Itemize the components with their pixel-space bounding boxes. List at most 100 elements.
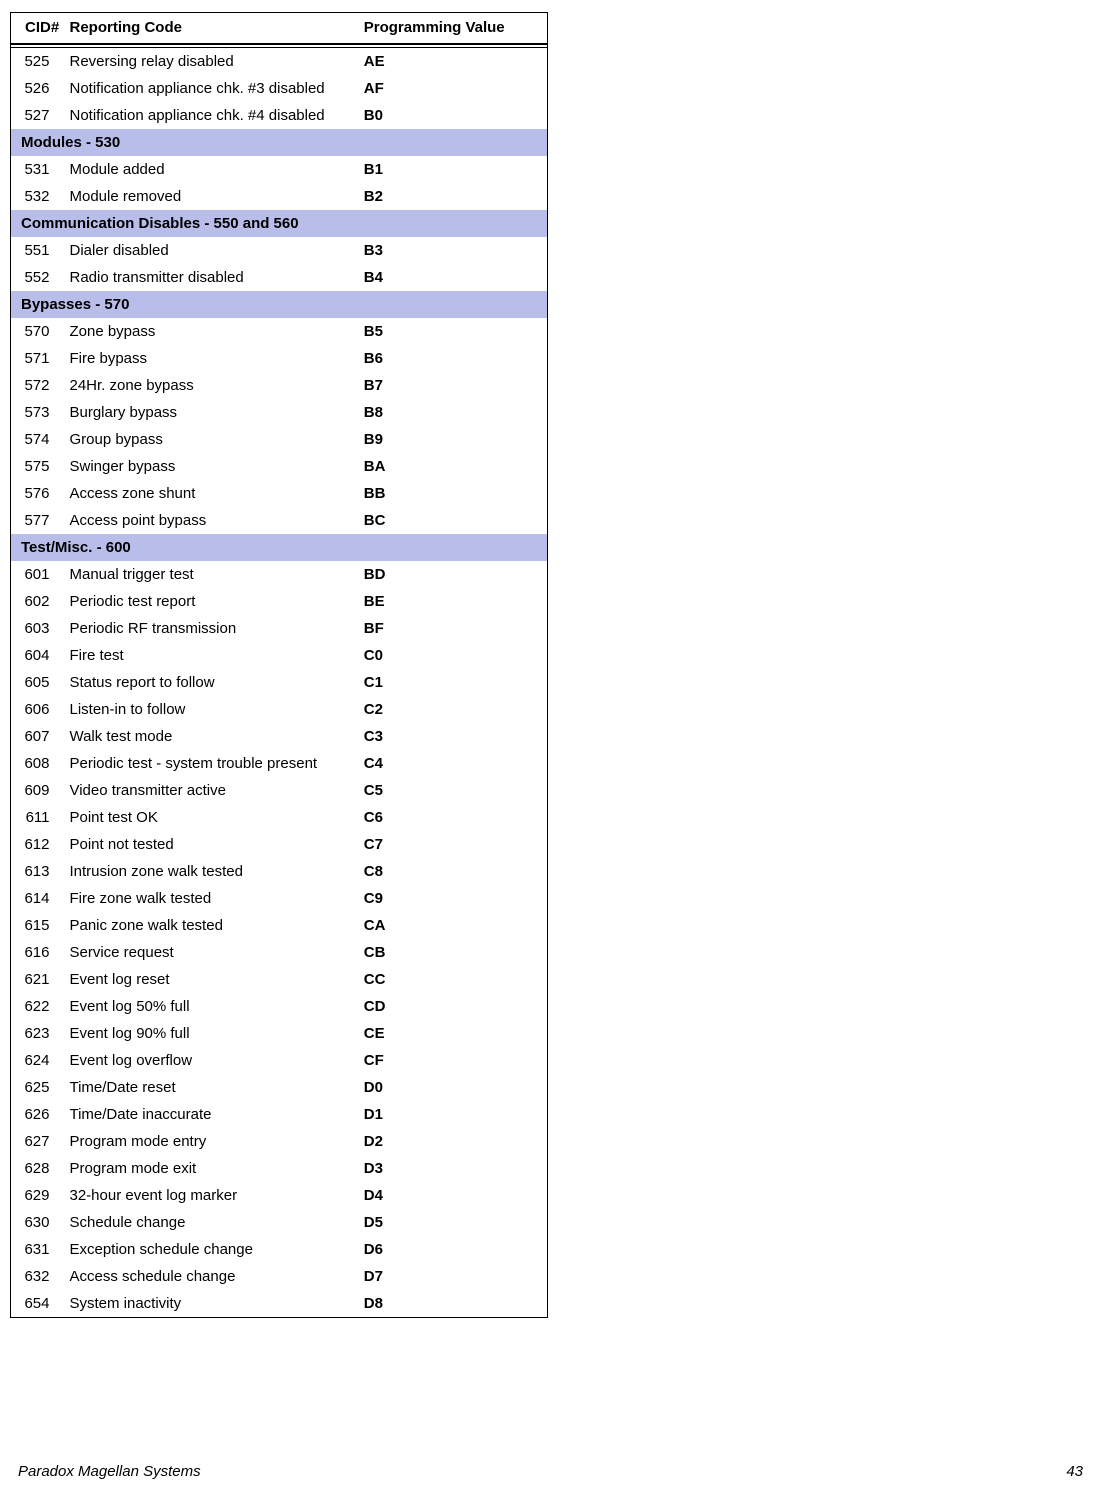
cid-cell: 575 (11, 453, 66, 480)
value-cell: D3 (360, 1155, 548, 1182)
value-cell: C2 (360, 696, 548, 723)
value-cell: C8 (360, 858, 548, 885)
cid-cell: 606 (11, 696, 66, 723)
desc-cell: Burglary bypass (65, 399, 359, 426)
section-header: Modules - 530 (11, 129, 548, 156)
value-cell: BD (360, 561, 548, 588)
footer-title: Paradox Magellan Systems (18, 1463, 201, 1480)
table-row: 576Access zone shuntBB (11, 480, 548, 507)
value-cell: BB (360, 480, 548, 507)
desc-cell: Fire zone walk tested (65, 885, 359, 912)
value-cell: C3 (360, 723, 548, 750)
section-title: Test/Misc. - 600 (11, 534, 548, 561)
value-cell: C9 (360, 885, 548, 912)
table-row: 627Program mode entryD2 (11, 1128, 548, 1155)
cid-cell: 607 (11, 723, 66, 750)
table-row: 611Point test OKC6 (11, 804, 548, 831)
desc-cell: Event log reset (65, 966, 359, 993)
desc-cell: Panic zone walk tested (65, 912, 359, 939)
table-row: 623Event log 90% fullCE (11, 1020, 548, 1047)
value-cell: CC (360, 966, 548, 993)
cid-cell: 552 (11, 264, 66, 291)
value-cell: CA (360, 912, 548, 939)
section-title: Communication Disables - 550 and 560 (11, 210, 548, 237)
table-row: 573Burglary bypassB8 (11, 399, 548, 426)
footer-page-number: 43 (1066, 1463, 1083, 1480)
value-cell: B1 (360, 156, 548, 183)
cid-cell: 608 (11, 750, 66, 777)
cid-cell: 624 (11, 1047, 66, 1074)
table-row: 624Event log overflowCF (11, 1047, 548, 1074)
value-cell: B5 (360, 318, 548, 345)
section-header: Communication Disables - 550 and 560 (11, 210, 548, 237)
desc-cell: Manual trigger test (65, 561, 359, 588)
value-cell: B0 (360, 102, 548, 129)
value-cell: D2 (360, 1128, 548, 1155)
cid-cell: 654 (11, 1290, 66, 1318)
value-cell: AF (360, 75, 548, 102)
section-title: Modules - 530 (11, 129, 548, 156)
cid-cell: 574 (11, 426, 66, 453)
value-cell: B2 (360, 183, 548, 210)
cid-cell: 632 (11, 1263, 66, 1290)
cid-cell: 573 (11, 399, 66, 426)
cid-cell: 572 (11, 372, 66, 399)
desc-cell: Listen-in to follow (65, 696, 359, 723)
section-header: Bypasses - 570 (11, 291, 548, 318)
table-row: 526Notification appliance chk. #3 disabl… (11, 75, 548, 102)
cid-cell: 626 (11, 1101, 66, 1128)
desc-cell: Status report to follow (65, 669, 359, 696)
table-row: 532Module removedB2 (11, 183, 548, 210)
value-cell: BE (360, 588, 548, 615)
value-cell: CF (360, 1047, 548, 1074)
value-cell: BF (360, 615, 548, 642)
desc-cell: Zone bypass (65, 318, 359, 345)
value-cell: C5 (360, 777, 548, 804)
desc-cell: Periodic test report (65, 588, 359, 615)
desc-cell: Access zone shunt (65, 480, 359, 507)
value-cell: D8 (360, 1290, 548, 1318)
desc-cell: Swinger bypass (65, 453, 359, 480)
cid-cell: 571 (11, 345, 66, 372)
cid-cell: 602 (11, 588, 66, 615)
table-row: 631Exception schedule changeD6 (11, 1236, 548, 1263)
desc-cell: Program mode entry (65, 1128, 359, 1155)
table-row: 531Module addedB1 (11, 156, 548, 183)
cid-cell: 622 (11, 993, 66, 1020)
header-desc: Reporting Code (65, 13, 359, 45)
table-row: 551Dialer disabledB3 (11, 237, 548, 264)
cid-cell: 628 (11, 1155, 66, 1182)
table-row: 622Event log 50% fullCD (11, 993, 548, 1020)
table-row: 527Notification appliance chk. #4 disabl… (11, 102, 548, 129)
desc-cell: Event log overflow (65, 1047, 359, 1074)
cid-cell: 615 (11, 912, 66, 939)
section-title: Bypasses - 570 (11, 291, 548, 318)
desc-cell: Walk test mode (65, 723, 359, 750)
cid-cell: 526 (11, 75, 66, 102)
desc-cell: Video transmitter active (65, 777, 359, 804)
table-row: 575Swinger bypassBA (11, 453, 548, 480)
cid-cell: 614 (11, 885, 66, 912)
desc-cell: Fire bypass (65, 345, 359, 372)
table-row: 571Fire bypassB6 (11, 345, 548, 372)
cid-cell: 601 (11, 561, 66, 588)
value-cell: BC (360, 507, 548, 534)
value-cell: C4 (360, 750, 548, 777)
desc-cell: 32-hour event log marker (65, 1182, 359, 1209)
table-row: 57224Hr. zone bypassB7 (11, 372, 548, 399)
desc-cell: Notification appliance chk. #4 disabled (65, 102, 359, 129)
reporting-code-table: CID# Reporting Code Programming Value 52… (10, 12, 548, 1318)
table-row: 654System inactivityD8 (11, 1290, 548, 1318)
cid-cell: 531 (11, 156, 66, 183)
value-cell: CE (360, 1020, 548, 1047)
desc-cell: Dialer disabled (65, 237, 359, 264)
table-row: 606Listen-in to followC2 (11, 696, 548, 723)
table-row: 628Program mode exitD3 (11, 1155, 548, 1182)
desc-cell: Module removed (65, 183, 359, 210)
cid-cell: 627 (11, 1128, 66, 1155)
table-row: 630Schedule changeD5 (11, 1209, 548, 1236)
table-row: 570Zone bypassB5 (11, 318, 548, 345)
table-row: 632Access schedule changeD7 (11, 1263, 548, 1290)
table-row: 602Periodic test reportBE (11, 588, 548, 615)
value-cell: D0 (360, 1074, 548, 1101)
